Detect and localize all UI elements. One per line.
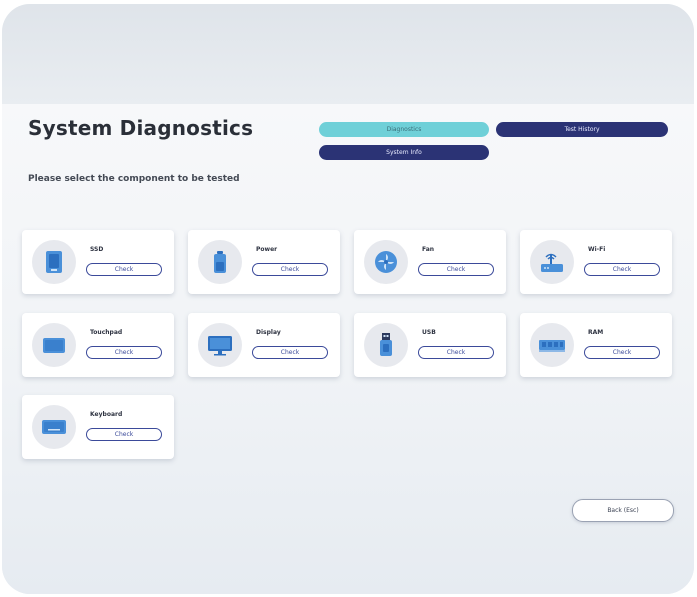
component-label: SSD (90, 246, 104, 253)
component-card-keyboard: Keyboard Check (22, 395, 174, 459)
component-label: Display (256, 329, 281, 336)
back-button[interactable]: Back (Esc) (572, 499, 674, 522)
component-label: Power (256, 246, 278, 253)
component-card-ram: RAM Check (520, 313, 672, 377)
check-ram-button[interactable]: Check (584, 346, 660, 359)
battery-icon (198, 240, 242, 284)
keyboard-icon (32, 405, 76, 449)
tab-system-info-label: System Info (386, 149, 422, 156)
app-window: System Diagnostics Please select the com… (2, 4, 694, 594)
component-card-ssd: SSD Check (22, 230, 174, 294)
component-card-wifi: Wi-Fi Check (520, 230, 672, 294)
ssd-icon (32, 240, 76, 284)
component-label: USB (422, 329, 436, 336)
component-card-fan: Fan Check (354, 230, 506, 294)
tab-test-history[interactable]: Test History (496, 122, 668, 137)
check-usb-button[interactable]: Check (418, 346, 494, 359)
fan-icon (364, 240, 408, 284)
wifi-router-icon (530, 240, 574, 284)
check-touchpad-button[interactable]: Check (86, 346, 162, 359)
tab-diagnostics-label: Diagnostics (386, 126, 422, 133)
check-power-button[interactable]: Check (252, 263, 328, 276)
check-fan-button[interactable]: Check (418, 263, 494, 276)
component-card-usb: USB Check (354, 313, 506, 377)
component-label: Wi-Fi (588, 246, 606, 253)
tab-system-info[interactable]: System Info (319, 145, 489, 160)
check-keyboard-button[interactable]: Check (86, 428, 162, 441)
component-label: Fan (422, 246, 435, 253)
usb-icon (364, 323, 408, 367)
component-card-display: Display Check (188, 313, 340, 377)
ram-icon (530, 323, 574, 367)
component-card-power: Power Check (188, 230, 340, 294)
instruction-text: Please select the component to be tested (28, 174, 240, 184)
component-label: RAM (588, 329, 604, 336)
check-ssd-button[interactable]: Check (86, 263, 162, 276)
component-label: Keyboard (90, 411, 123, 418)
check-display-button[interactable]: Check (252, 346, 328, 359)
window-top-area (2, 4, 694, 104)
touchpad-icon (32, 323, 76, 367)
page-title: System Diagnostics (28, 116, 254, 140)
component-card-touchpad: Touchpad Check (22, 313, 174, 377)
tab-test-history-label: Test History (564, 126, 600, 133)
tab-diagnostics[interactable]: Diagnostics (319, 122, 489, 137)
check-wifi-button[interactable]: Check (584, 263, 660, 276)
component-label: Touchpad (90, 329, 123, 336)
display-icon (198, 323, 242, 367)
